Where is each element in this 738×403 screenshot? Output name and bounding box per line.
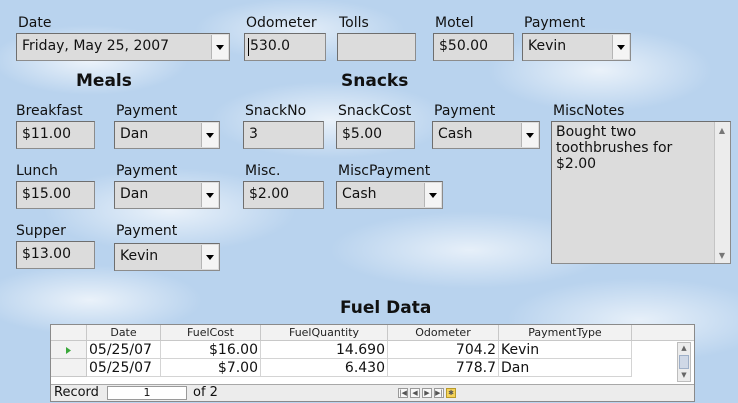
chevron-down-icon[interactable] [424,183,441,207]
chevron-down-icon[interactable] [521,123,538,147]
breakfast-field[interactable]: $11.00 [16,121,95,149]
snack-payment-combo[interactable]: Cash [432,121,540,149]
miscnotes-textarea[interactable]: Bought two toothbrushes for $2.00 ▲ ▼ [551,121,731,264]
motel-value: $50.00 [439,38,488,54]
fuel-data-header: Fuel Data [340,298,432,318]
table-cell[interactable]: 704.2 [388,341,499,359]
motel-label: Motel [435,15,474,31]
payment-combo[interactable]: Kevin [522,33,631,61]
scroll-thumb[interactable] [679,355,689,369]
miscpayment-value: Cash [342,186,377,202]
supper-label: Supper [16,223,66,239]
snackcost-value: $5.00 [342,126,383,142]
meals-header: Meals [76,71,132,91]
motel-field[interactable]: $50.00 [433,33,514,61]
fuel-data-grid[interactable]: Date FuelCost FuelQuantity Odometer Paym… [50,324,695,402]
misc-field[interactable]: $2.00 [243,181,324,209]
previous-record-icon[interactable]: ◀ [410,388,420,398]
next-record-icon[interactable]: ▶ [422,388,432,398]
chevron-down-icon[interactable] [211,35,228,59]
scroll-up-icon[interactable]: ▲ [716,124,728,136]
snacks-header: Snacks [341,71,409,91]
miscnotes-label: MiscNotes [553,103,625,119]
lunch-label: Lunch [16,163,58,179]
odometer-label: Odometer [246,15,317,31]
row-header-current[interactable] [51,341,87,359]
date-label: Date [18,15,52,31]
supper-payment-value: Kevin [120,248,159,264]
chevron-down-icon[interactable] [201,183,218,207]
chevron-down-icon[interactable] [201,123,218,147]
record-navigation-bar: Record 1 of 2 |◀ ◀ ▶ ▶| ✱ [51,384,694,401]
payment-label: Payment [524,15,586,31]
lunch-payment-label: Payment [116,163,178,179]
snack-payment-value: Cash [438,126,473,142]
column-header-empty [632,325,694,341]
grid-scrollbar[interactable]: ▲ ▼ [677,342,691,382]
table-cell[interactable]: $16.00 [161,341,261,359]
chevron-down-icon[interactable] [201,245,218,269]
table-cell[interactable]: Dan [499,359,632,377]
chevron-down-icon[interactable] [612,35,629,59]
table-cell[interactable]: $7.00 [161,359,261,377]
payment-value: Kevin [528,38,567,54]
scroll-down-icon[interactable]: ▼ [716,249,728,261]
table-cell[interactable]: 778.7 [388,359,499,377]
snack-payment-label: Payment [434,103,496,119]
new-record-icon[interactable]: ✱ [446,388,456,398]
record-count-text: of 2 [193,385,218,400]
column-header-fuelcost[interactable]: FuelCost [161,325,261,341]
miscnotes-value: Bought two toothbrushes for $2.00 [556,124,673,172]
snackcost-field[interactable]: $5.00 [336,121,415,149]
table-cell[interactable]: 05/25/07 [87,359,161,377]
supper-field[interactable]: $13.00 [16,241,95,269]
snackno-label: SnackNo [245,103,307,119]
grid-corner [51,325,87,341]
odometer-field[interactable]: 530.0 [244,33,326,61]
last-record-icon[interactable]: ▶| [434,388,444,398]
scroll-down-icon[interactable]: ▼ [679,371,689,380]
tolls-label: Tolls [339,15,369,31]
breakfast-label: Breakfast [16,103,83,119]
supper-value: $13.00 [22,246,71,262]
odometer-value: 530.0 [250,38,291,54]
current-row-arrow-icon [66,347,71,354]
lunch-payment-value: Dan [120,186,149,202]
breakfast-payment-label: Payment [116,103,178,119]
breakfast-payment-combo[interactable]: Dan [114,121,220,149]
lunch-field[interactable]: $15.00 [16,181,95,209]
supper-payment-combo[interactable]: Kevin [114,243,220,271]
miscpayment-combo[interactable]: Cash [336,181,443,209]
table-cell[interactable]: 05/25/07 [87,341,161,359]
snackcost-label: SnackCost [338,103,412,119]
column-header-fuelquantity[interactable]: FuelQuantity [261,325,388,341]
snackno-field[interactable]: 3 [243,121,324,149]
miscpayment-label: MiscPayment [338,163,431,179]
misc-label: Misc. [245,163,281,179]
table-cell[interactable]: 6.430 [261,359,388,377]
tolls-field[interactable] [337,33,416,61]
date-field[interactable]: Friday, May 25, 2007 [16,33,230,61]
breakfast-payment-value: Dan [120,126,149,142]
date-value: Friday, May 25, 2007 [22,38,170,54]
column-header-paymenttype[interactable]: PaymentType [499,325,632,341]
miscnotes-scrollbar[interactable]: ▲ ▼ [714,122,730,263]
table-cell[interactable]: Kevin [499,341,632,359]
misc-value: $2.00 [249,186,290,202]
lunch-value: $15.00 [22,186,71,202]
scroll-up-icon[interactable]: ▲ [679,344,689,353]
first-record-icon[interactable]: |◀ [398,388,408,398]
table-cell[interactable]: 14.690 [261,341,388,359]
row-header[interactable] [51,359,87,377]
snackno-value: 3 [249,126,258,142]
column-header-odometer[interactable]: Odometer [388,325,499,341]
lunch-payment-combo[interactable]: Dan [114,181,220,209]
supper-payment-label: Payment [116,223,178,239]
column-header-date[interactable]: Date [87,325,161,341]
breakfast-value: $11.00 [22,126,71,142]
record-label: Record [54,385,99,400]
record-number-input[interactable]: 1 [107,386,187,400]
